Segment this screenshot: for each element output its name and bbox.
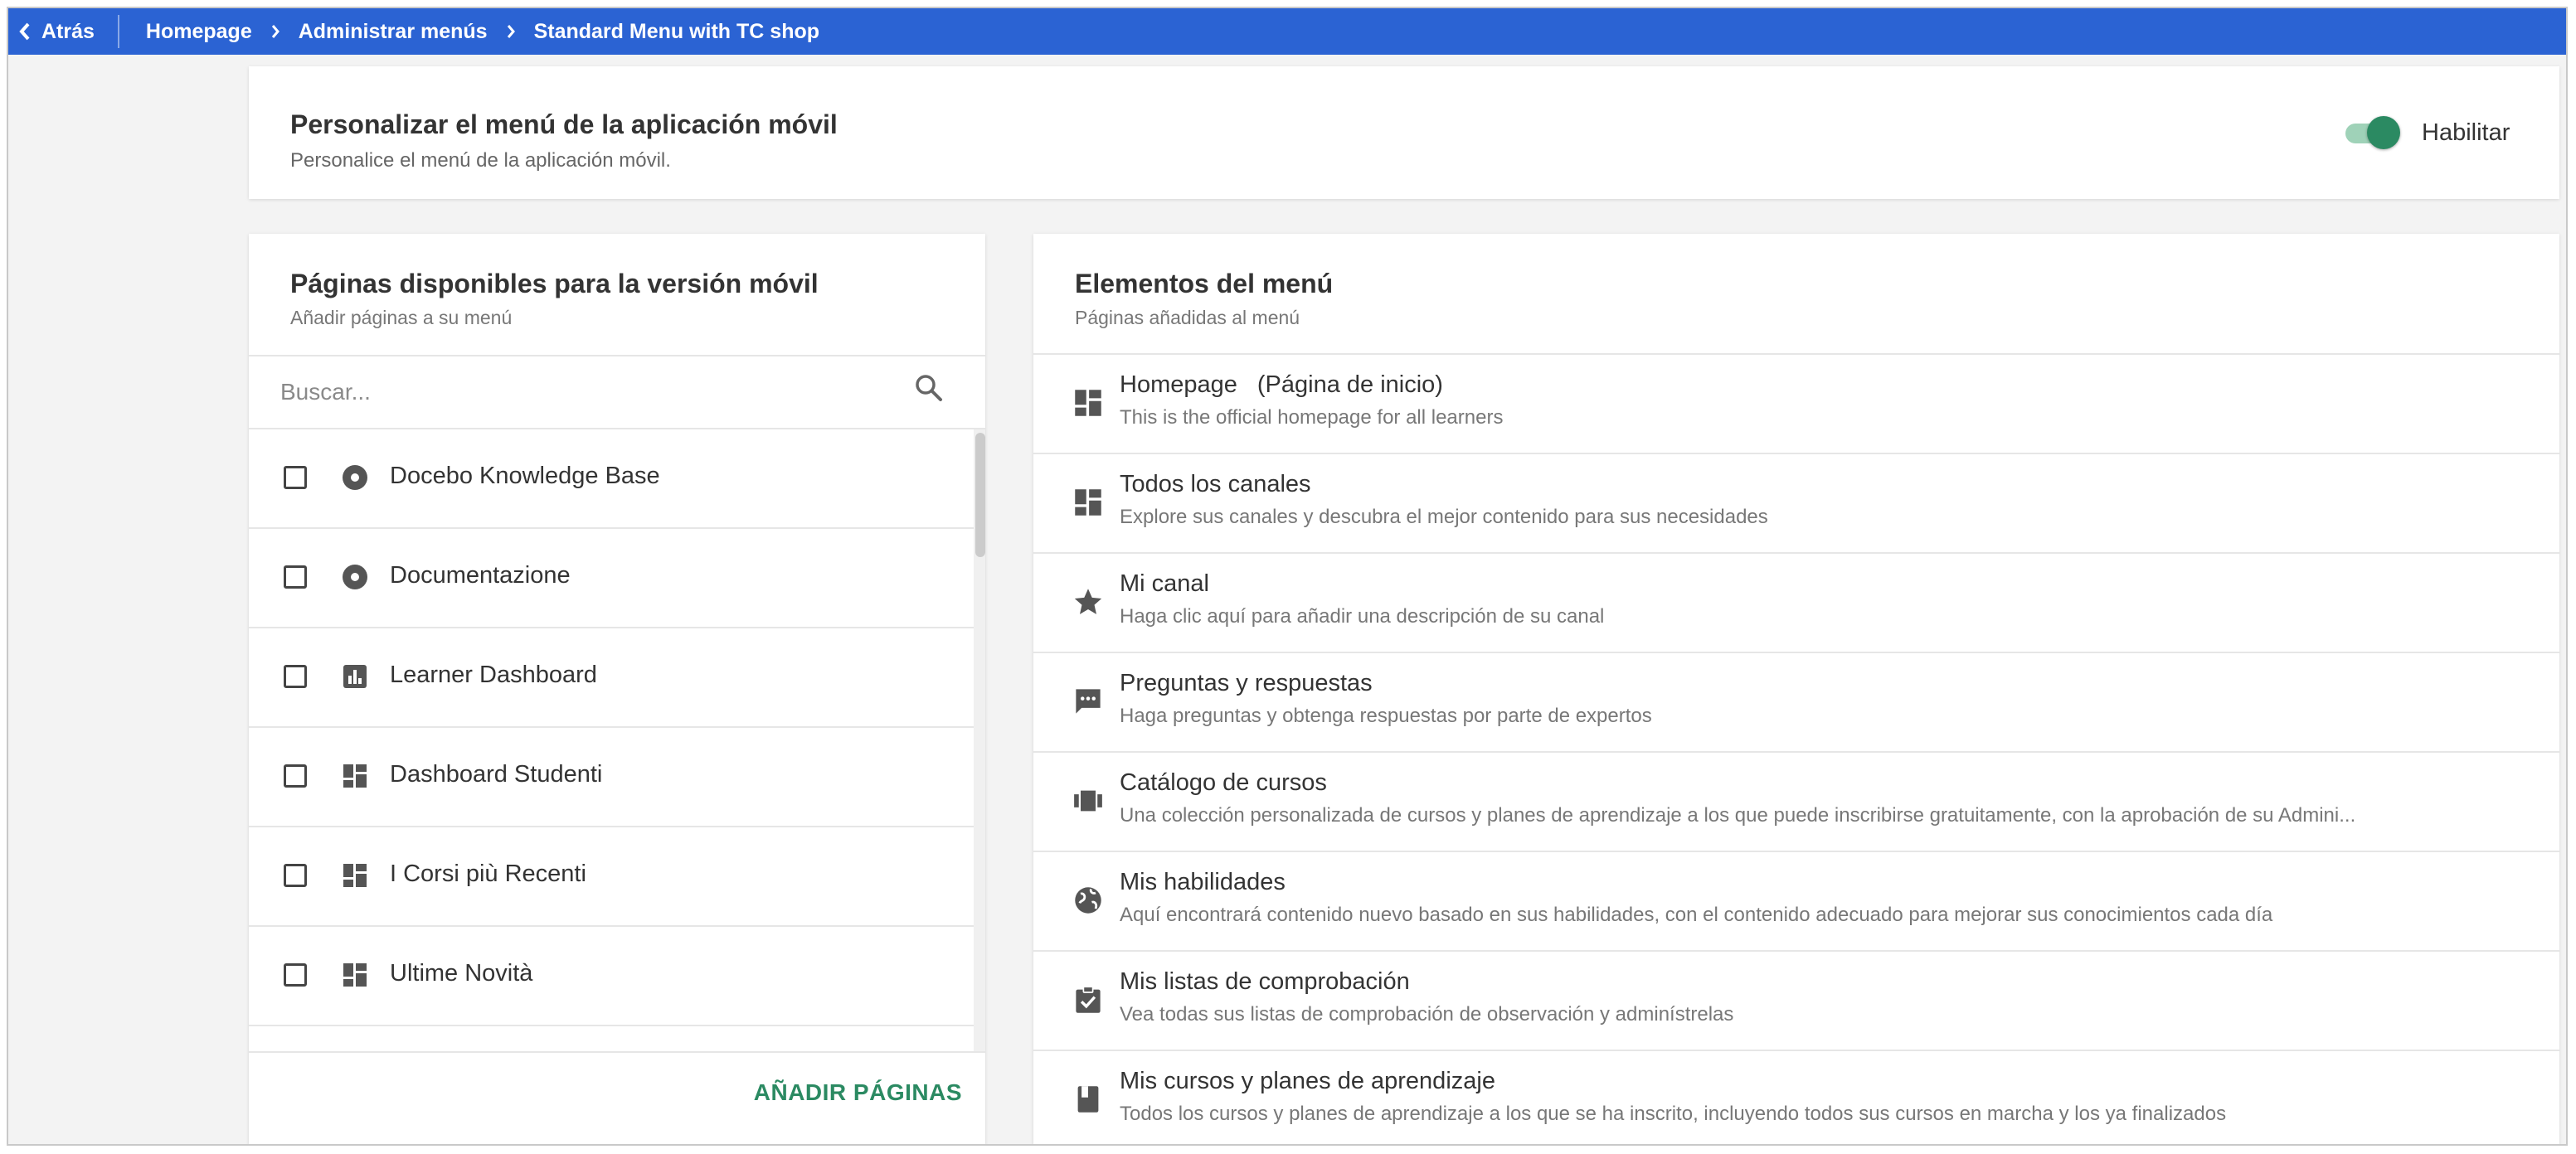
breadcrumb-current-menu: Standard Menu with TC shop <box>533 19 820 43</box>
menu-item-title: Mis cursos y planes de aprendizaje <box>1120 1068 1495 1094</box>
chat-icon <box>1076 689 1101 714</box>
checklist-icon <box>1076 986 1101 1013</box>
list-item[interactable]: Ultime Novità <box>249 927 977 1026</box>
available-pages-list: Docebo Knowledge Base Documentazione Lea… <box>249 429 977 1051</box>
menu-item-title: Catálogo de cursos <box>1120 769 1327 796</box>
bar-chart-icon <box>343 665 367 688</box>
menu-item-preguntas-y-respuestas[interactable]: Preguntas y respuestas Haga preguntas y … <box>1033 653 2559 753</box>
menu-item-title: Mis habilidades <box>1120 869 1286 895</box>
menu-items-list: Homepage (Página de inicio) This is the o… <box>1033 355 2559 1144</box>
disc-icon <box>343 465 367 490</box>
menu-item-mis-listas-de-comprobacion[interactable]: Mis listas de comprobación Vea todas sus… <box>1033 952 2559 1051</box>
menu-items-panel: Elementos del menú Páginas añadidas al m… <box>1033 234 2559 1144</box>
available-pages-title: Páginas disponibles para la versión móvi… <box>290 269 819 298</box>
menu-item-description: Explore sus canales y descubra el mejor … <box>1120 506 1768 528</box>
list-item-label: Learner Dashboard <box>390 662 597 688</box>
search-icon[interactable] <box>912 371 945 405</box>
list-item[interactable]: I Corsi più Recenti <box>249 827 977 927</box>
menu-item-description: Todos los cursos y planes de aprendizaje… <box>1120 1103 2227 1125</box>
breadcrumb-administrar-menus[interactable]: Administrar menús <box>299 20 488 44</box>
menu-item-description: Haga preguntas y obtenga respuestas por … <box>1120 705 1652 727</box>
customize-header-card: Personalizar el menú de la aplicación mó… <box>249 66 2559 199</box>
menu-item-title: Mis listas de comprobación <box>1120 968 1410 995</box>
book-icon <box>1077 1086 1099 1113</box>
chevron-right-icon <box>270 23 280 40</box>
divider <box>117 15 119 48</box>
menu-item-title: Mi canal <box>1120 570 1209 597</box>
checkbox[interactable] <box>284 963 307 987</box>
menu-item-description: Haga clic aquí para añadir una descripci… <box>1120 605 1605 628</box>
enable-toggle[interactable] <box>2342 116 2400 149</box>
list-item[interactable] <box>249 1026 977 1051</box>
dashboard-icon <box>1075 390 1101 416</box>
menu-items-subtitle: Páginas añadidas al menú <box>1075 307 1300 328</box>
list-item-label: Ultime Novità <box>390 960 533 987</box>
menu-item-todos-los-canales[interactable]: Todos los canales Explore sus canales y … <box>1033 454 2559 554</box>
checkbox[interactable] <box>284 466 307 489</box>
checkbox[interactable] <box>284 565 307 589</box>
back-button[interactable]: Atrás <box>8 8 95 55</box>
checkbox[interactable] <box>284 665 307 688</box>
menu-item-mis-cursos[interactable]: Mis cursos y planes de aprendizaje Todos… <box>1033 1051 2559 1144</box>
menu-item-description: Una colección personalizada de cursos y … <box>1120 804 2356 827</box>
checkbox[interactable] <box>284 764 307 788</box>
dashboard-icon <box>343 864 367 887</box>
menu-items-title: Elementos del menú <box>1075 269 1334 298</box>
available-pages-subtitle: Añadir páginas a su menú <box>290 307 513 328</box>
dashboard-icon <box>343 963 367 987</box>
menu-item-description: This is the official homepage for all le… <box>1120 406 1504 429</box>
page-title: Personalizar el menú de la aplicación mó… <box>290 109 838 139</box>
breadcrumb-homepage[interactable]: Homepage <box>146 20 252 44</box>
menu-item-catalogo-de-cursos[interactable]: Catálogo de cursos Una colección persona… <box>1033 753 2559 852</box>
list-item[interactable]: Docebo Knowledge Base <box>249 429 977 529</box>
list-item[interactable]: Dashboard Studenti <box>249 728 977 827</box>
chevron-right-icon <box>506 23 516 40</box>
divider <box>249 355 985 356</box>
menu-item-title: Todos los canales <box>1120 471 1311 497</box>
disc-icon <box>343 565 367 589</box>
toggle-knob <box>2367 116 2400 149</box>
toggle-label: Habilitar <box>2422 119 2510 146</box>
menu-item-homepage[interactable]: Homepage (Página de inicio) This is the o… <box>1033 355 2559 454</box>
checkbox[interactable] <box>284 864 307 887</box>
top-bar: Atrás Homepage Administrar menús Standar… <box>8 8 2566 55</box>
menu-item-title: Homepage (Página de inicio) <box>1120 371 1443 399</box>
list-item[interactable]: Learner Dashboard <box>249 628 977 728</box>
scrollbar-thumb[interactable] <box>975 433 985 557</box>
star-icon <box>1074 589 1102 614</box>
list-item-label: Documentazione <box>390 562 571 589</box>
list-item[interactable]: Documentazione <box>249 529 977 628</box>
available-pages-panel: Páginas disponibles para la versión móvi… <box>249 234 985 1144</box>
menu-item-mis-habilidades[interactable]: Mis habilidades Aquí encontrará contenid… <box>1033 852 2559 952</box>
list-item-label: Docebo Knowledge Base <box>390 463 660 489</box>
menu-item-description: Vea todas sus listas de comprobación de … <box>1120 1003 1734 1026</box>
chevron-left-icon <box>19 22 30 41</box>
menu-item-description: Aquí encontrará contenido nuevo basado e… <box>1120 904 2273 926</box>
catalog-icon <box>1074 790 1102 812</box>
menu-item-title: Preguntas y respuestas <box>1120 670 1373 696</box>
globe-icon <box>1075 887 1101 914</box>
page-subtitle: Personalice el menú de la aplicación móv… <box>290 149 671 172</box>
app-frame: Atrás Homepage Administrar menús Standar… <box>7 7 2568 1146</box>
search-input[interactable] <box>279 366 896 418</box>
dashboard-icon <box>343 764 367 788</box>
list-item-label: I Corsi più Recenti <box>390 861 586 887</box>
divider <box>249 1051 985 1053</box>
menu-item-title-text: Homepage <box>1120 371 1237 398</box>
add-pages-button[interactable]: AÑADIR PÁGINAS <box>746 1079 962 1121</box>
menu-item-mi-canal[interactable]: Mi canal Haga clic aquí para añadir una … <box>1033 554 2559 653</box>
dashboard-icon <box>1075 489 1101 516</box>
menu-item-suffix: (Página de inicio) <box>1256 371 1443 398</box>
back-label: Atrás <box>41 19 95 43</box>
list-item-label: Dashboard Studenti <box>390 761 603 788</box>
